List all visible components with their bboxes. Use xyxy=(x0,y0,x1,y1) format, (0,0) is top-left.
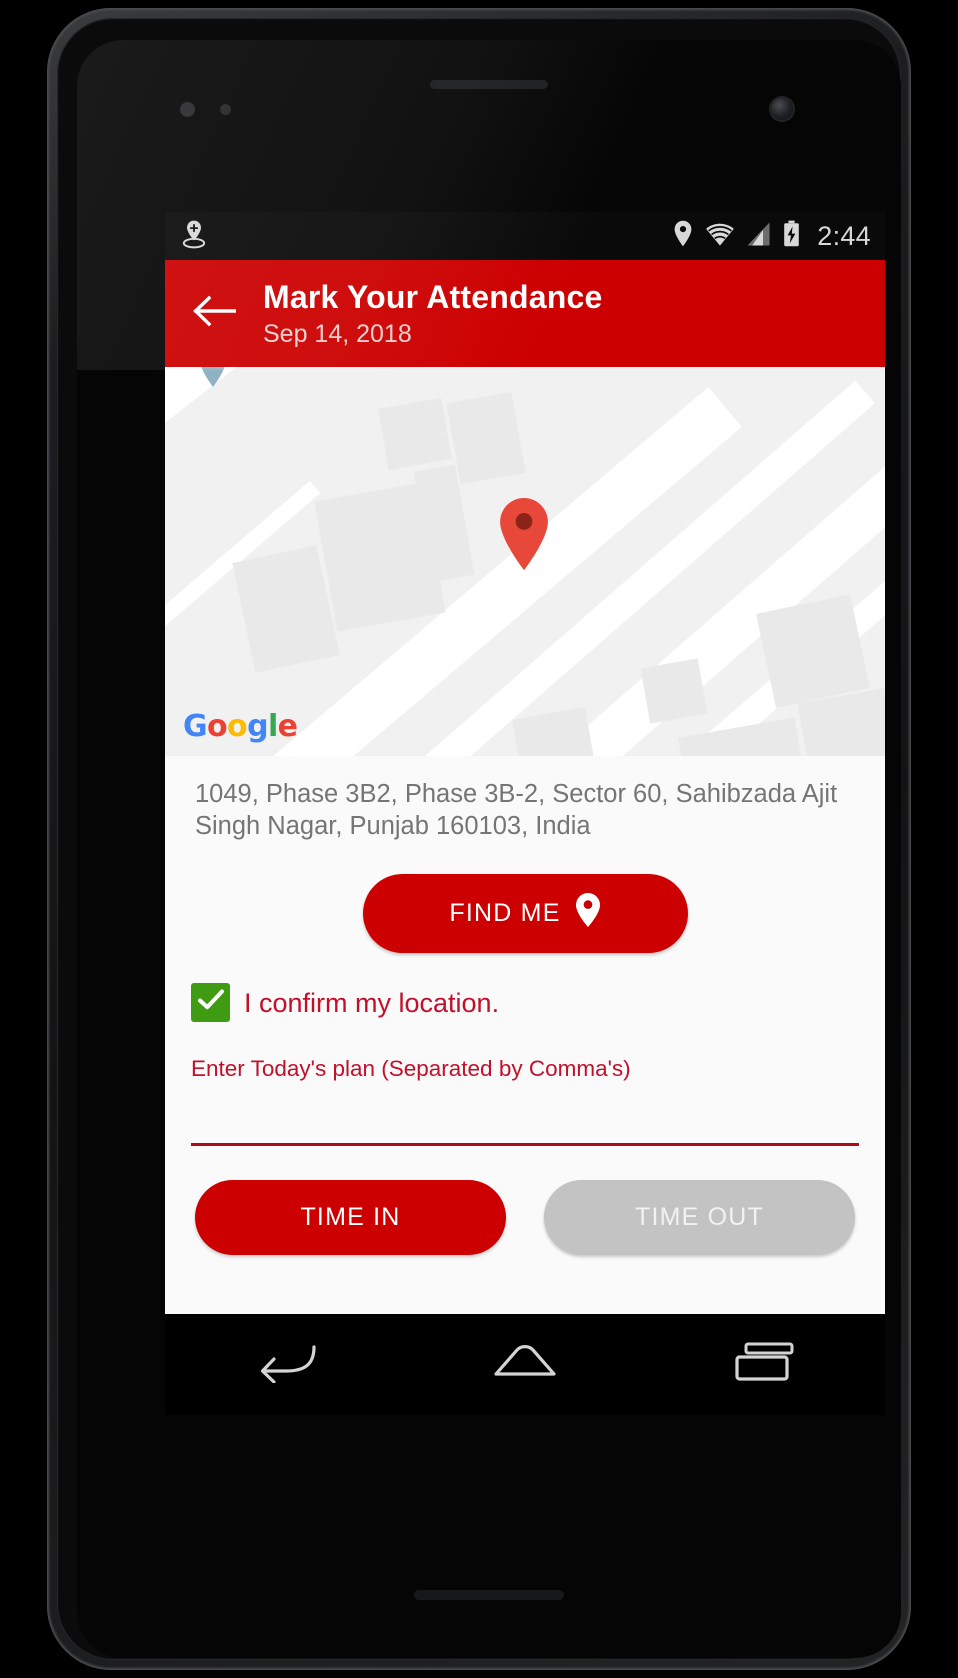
location-pin-icon xyxy=(673,220,693,252)
google-logo-letter: e xyxy=(277,709,298,744)
nav-back-icon xyxy=(252,1341,318,1388)
back-arrow-icon xyxy=(192,293,237,334)
confirm-location-label: I confirm my location. xyxy=(244,987,500,1018)
map-canvas xyxy=(165,367,885,756)
phone-screen: 2:44 Mark Your Attendance Sep 14, 2018 G… xyxy=(165,212,885,1415)
status-bar-right-icons: 2:44 xyxy=(673,220,871,252)
bottom-speaker xyxy=(414,1590,564,1600)
google-logo: Google xyxy=(183,709,298,744)
nav-recents-icon xyxy=(732,1340,798,1389)
phone-bezel: 2:44 Mark Your Attendance Sep 14, 2018 G… xyxy=(57,18,901,1660)
phone-glass: 2:44 Mark Your Attendance Sep 14, 2018 G… xyxy=(77,40,901,1658)
google-logo-letter: l xyxy=(267,709,278,744)
time-action-row: TIME IN TIME OUT xyxy=(165,1146,885,1255)
time-in-button[interactable]: TIME IN xyxy=(195,1180,506,1255)
page-subtitle-date: Sep 14, 2018 xyxy=(263,319,412,348)
status-bar-left-icons xyxy=(181,219,207,254)
back-button[interactable] xyxy=(183,283,245,345)
find-me-label: FIND ME xyxy=(449,899,561,927)
address-text: 1049, Phase 3B2, Phase 3B-2, Sector 60, … xyxy=(195,780,838,840)
wifi-icon xyxy=(704,221,736,252)
location-sharing-icon xyxy=(181,219,207,254)
location-pin-icon xyxy=(575,892,601,935)
page-title: Mark Your Attendance xyxy=(263,278,603,315)
battery-charging-icon xyxy=(783,220,800,252)
earpiece-speaker xyxy=(430,80,548,89)
nav-home-icon xyxy=(490,1340,560,1389)
check-icon xyxy=(197,988,225,1017)
nav-recents-button[interactable] xyxy=(710,1330,820,1400)
google-logo-letter: g xyxy=(247,709,268,744)
google-logo-letter: G xyxy=(183,709,208,744)
nav-back-button[interactable] xyxy=(230,1330,340,1400)
ambient-light-sensor-icon xyxy=(220,104,231,115)
cellular-signal-icon xyxy=(747,221,772,252)
phone-device: 2:44 Mark Your Attendance Sep 14, 2018 G… xyxy=(47,8,911,1670)
app-bar-titles: Mark Your Attendance Sep 14, 2018 xyxy=(263,278,602,350)
time-out-button: TIME OUT xyxy=(544,1180,855,1255)
confirm-location-checkbox[interactable] xyxy=(191,983,230,1022)
google-logo-letter: o xyxy=(227,709,248,744)
map-view[interactable]: Google xyxy=(165,367,885,756)
confirm-location-row[interactable]: I confirm my location. xyxy=(165,953,885,1022)
android-navigation-bar xyxy=(165,1314,885,1415)
plan-input-hint: Enter Today's plan (Separated by Comma's… xyxy=(191,1056,631,1081)
plan-input[interactable] xyxy=(191,1109,859,1139)
app-bar: Mark Your Attendance Sep 14, 2018 xyxy=(165,260,885,367)
front-camera-icon xyxy=(771,98,793,120)
plan-input-field[interactable] xyxy=(191,1109,859,1146)
find-me-button[interactable]: FIND ME xyxy=(362,874,688,953)
nav-home-button[interactable] xyxy=(470,1330,580,1400)
attendance-form: 1049, Phase 3B2, Phase 3B-2, Sector 60, … xyxy=(165,756,885,1255)
google-logo-letter: o xyxy=(207,709,228,744)
status-bar-clock: 2:44 xyxy=(817,220,871,251)
find-me-row: FIND ME xyxy=(165,874,885,953)
status-bar: 2:44 xyxy=(165,212,885,260)
proximity-sensor-icon xyxy=(180,102,195,117)
